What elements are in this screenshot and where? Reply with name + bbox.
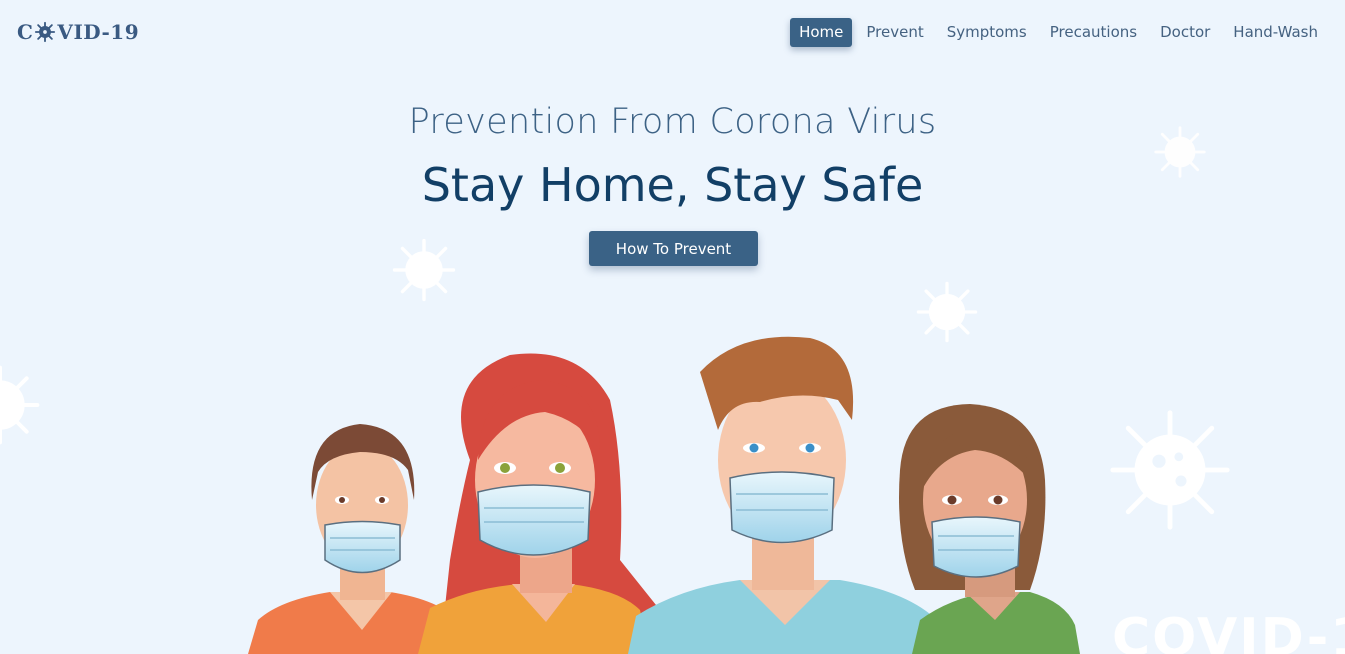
- person-girl-red-hair: [418, 353, 660, 654]
- person-man: [628, 336, 940, 654]
- person-woman: [899, 404, 1080, 654]
- landing-page: C VID-19 Home Prevent Symptoms Precautio…: [0, 0, 1345, 654]
- masked-people-illustration: [248, 336, 1080, 654]
